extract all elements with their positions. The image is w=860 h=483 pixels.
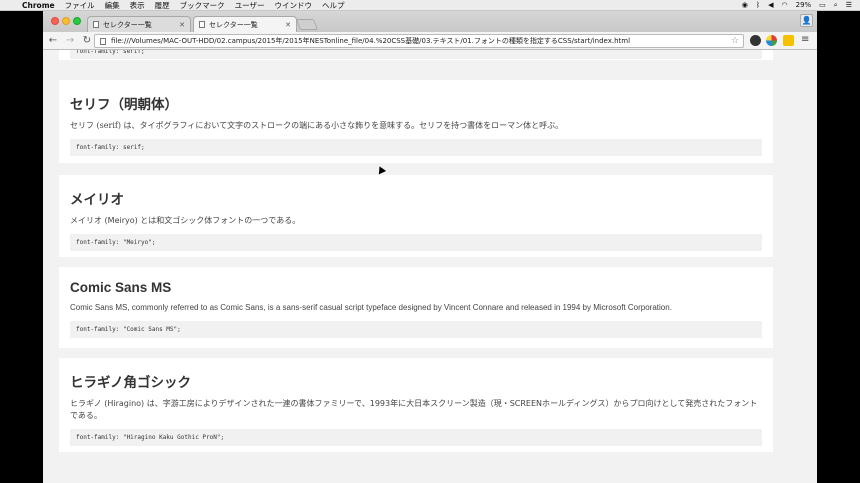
spotlight-icon[interactable]: ⌕ [834,1,838,10]
chrome-menu-icon[interactable]: ≡ [801,34,809,45]
battery-percent[interactable]: 29% [796,1,812,9]
extension-icon[interactable] [750,35,761,46]
card-title: Comic Sans MS [70,280,172,295]
extension-icon[interactable] [783,35,794,46]
card-title: メイリオ [70,192,124,208]
tab-label: セレクター一覧 [209,20,258,29]
tab-label: セレクター一覧 [103,20,152,29]
card-description: ヒラギノ (Hiragino) は、字游工房によりデザインされた一連の書体ファミ… [70,399,758,420]
record-icon[interactable]: ◉ [742,1,748,9]
card-description: Comic Sans MS, commonly referred to as C… [70,303,672,312]
extension-icon[interactable] [766,35,777,46]
macos-menubar: Chrome ファイル 編集 表示 履歴 ブックマーク ユーザー ウインドウ ヘ… [0,0,860,11]
menu-people[interactable]: ユーザー [235,0,265,11]
back-icon[interactable]: ← [46,35,60,46]
battery-icon[interactable]: ▭ [819,1,826,9]
card-hiragino: ヒラギノ角ゴシック ヒラギノ (Hiragino) は、字游工房によりデザインさ… [59,358,773,452]
close-icon[interactable]: ✕ [285,21,291,29]
new-tab-button[interactable] [295,19,319,30]
notification-center-icon[interactable]: ☰ [846,1,852,9]
code-block: font-family: "Meiryo"; [70,234,762,251]
menu-help[interactable]: ヘルプ [322,0,345,11]
card-description: セリフ (serif) は、タイポグラフィにおいて文字のストロークの端にある小さ… [70,121,564,130]
code-block: font-family: "Comic Sans MS"; [70,321,762,338]
minimize-window-button[interactable] [62,17,70,25]
reload-icon[interactable]: ↻ [80,35,94,46]
tab-bar: セレクター一覧 ✕ セレクター一覧 ✕ 👤 [43,11,817,32]
browser-toolbar: ← → ↻ file:///Volumes/MAC-OUT-HDD/02.cam… [43,32,817,50]
menu-file[interactable]: ファイル [65,0,95,11]
tab-selector-list-2[interactable]: セレクター一覧 ✕ [193,16,297,32]
bluetooth-icon[interactable]: ᛒ [756,1,760,9]
code-block: font-family: serif; [70,139,762,156]
code-block: font-family: "Hiragino Kaku Gothic ProN"… [70,429,762,446]
page-icon [93,21,99,28]
app-menu-chrome[interactable]: Chrome [22,1,55,10]
fullscreen-window-button[interactable] [73,17,81,25]
url-text[interactable]: file:///Volumes/MAC-OUT-HDD/02.campus/20… [111,36,630,46]
card-partial: font-family: serif; [59,50,773,60]
bookmark-star-icon[interactable]: ☆ [731,36,739,46]
menu-window[interactable]: ウインドウ [274,0,312,11]
close-icon[interactable]: ✕ [179,21,185,29]
card-comic-sans: Comic Sans MS Comic Sans MS, commonly re… [59,267,773,348]
wifi-icon[interactable]: ◠ [782,1,788,9]
menubar-status-area: ◉ ᛒ ◀ ◠ 29% ▭ ⌕ ☰ [742,1,860,10]
menu-edit[interactable]: 編集 [105,0,120,11]
page-icon [199,21,205,28]
page-icon [100,37,106,45]
card-serif: セリフ（明朝体） セリフ (serif) は、タイポグラフィにおいて文字のストロ… [59,80,773,163]
close-window-button[interactable] [51,17,59,25]
address-bar[interactable]: file:///Volumes/MAC-OUT-HDD/02.campus/20… [94,34,744,48]
forward-icon[interactable]: → [63,35,77,46]
profile-icon[interactable]: 👤 [800,14,813,27]
tab-selector-list-1[interactable]: セレクター一覧 ✕ [87,16,191,32]
volume-icon[interactable]: ◀ [768,1,773,9]
code-block: font-family: serif; [70,50,762,59]
menu-history[interactable]: 履歴 [155,0,170,11]
card-title: セリフ（明朝体） [70,97,178,113]
menu-bookmarks[interactable]: ブックマーク [180,0,225,11]
card-meiryo: メイリオ メイリオ (Meiryo) とは和文ゴシック体フォントの一つである。 … [59,175,773,257]
page-viewport[interactable]: font-family: serif; セリフ（明朝体） セリフ (serif)… [43,50,817,483]
card-description: メイリオ (Meiryo) とは和文ゴシック体フォントの一つである。 [70,216,301,225]
browser-window: セレクター一覧 ✕ セレクター一覧 ✕ 👤 ← → ↻ file:///Volu… [43,11,817,483]
menu-view[interactable]: 表示 [130,0,145,11]
card-title: ヒラギノ角ゴシック [70,375,191,391]
